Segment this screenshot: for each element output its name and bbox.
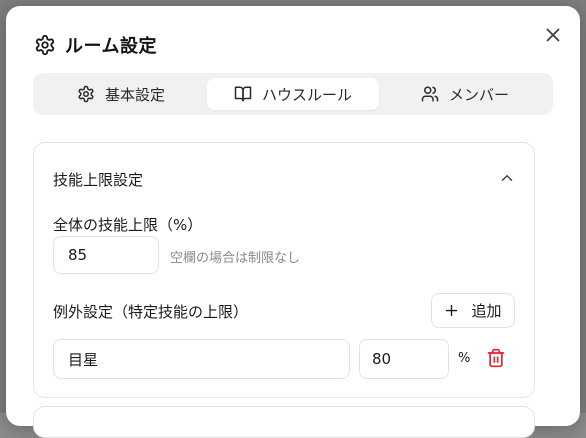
- exception-skill-input[interactable]: [53, 339, 350, 379]
- plus-icon: [446, 304, 458, 317]
- skill-limit-section: 技能上限設定 全体の技能上限（%） 空欄の場合は制限なし 例外設定（特定技能の上…: [33, 142, 535, 398]
- overall-limit-input[interactable]: [53, 236, 159, 274]
- tab-members[interactable]: メンバー: [382, 78, 548, 110]
- percent-unit: %: [458, 351, 471, 366]
- tab-basic-settings[interactable]: 基本設定: [38, 78, 204, 110]
- tab-label: 基本設定: [104, 85, 165, 104]
- exception-limit-input[interactable]: [359, 339, 449, 379]
- room-settings-dialog: ルーム設定 基本設定 ハウスルール メンバー 技能上限設定 全体の技能上限（%）…: [6, 6, 580, 438]
- tab-house-rules[interactable]: ハウスルール: [207, 78, 379, 110]
- gear-icon: [35, 34, 55, 56]
- overall-limit-label: 全体の技能上限（%）: [53, 216, 203, 234]
- tab-label: メンバー: [448, 85, 509, 104]
- dialog-header: ルーム設定: [6, 6, 580, 66]
- tab-label: ハウスルール: [261, 85, 352, 104]
- trash-icon[interactable]: [486, 348, 506, 368]
- chevron-up-icon[interactable]: [498, 169, 516, 187]
- section-title: 技能上限設定: [53, 171, 144, 189]
- settings-tab-bar: 基本設定 ハウスルール メンバー: [33, 73, 553, 115]
- close-icon[interactable]: [542, 24, 564, 46]
- gear-icon: [78, 85, 94, 103]
- add-button-label: 追加: [471, 302, 502, 320]
- exceptions-label: 例外設定（特定技能の上限）: [53, 303, 249, 321]
- book-open-icon: [234, 86, 252, 102]
- next-settings-section: [33, 406, 535, 438]
- users-icon: [421, 86, 439, 102]
- dialog-title: ルーム設定: [65, 36, 157, 57]
- overall-limit-hint: 空欄の場合は制限なし: [170, 251, 301, 266]
- add-exception-button[interactable]: 追加: [431, 293, 515, 328]
